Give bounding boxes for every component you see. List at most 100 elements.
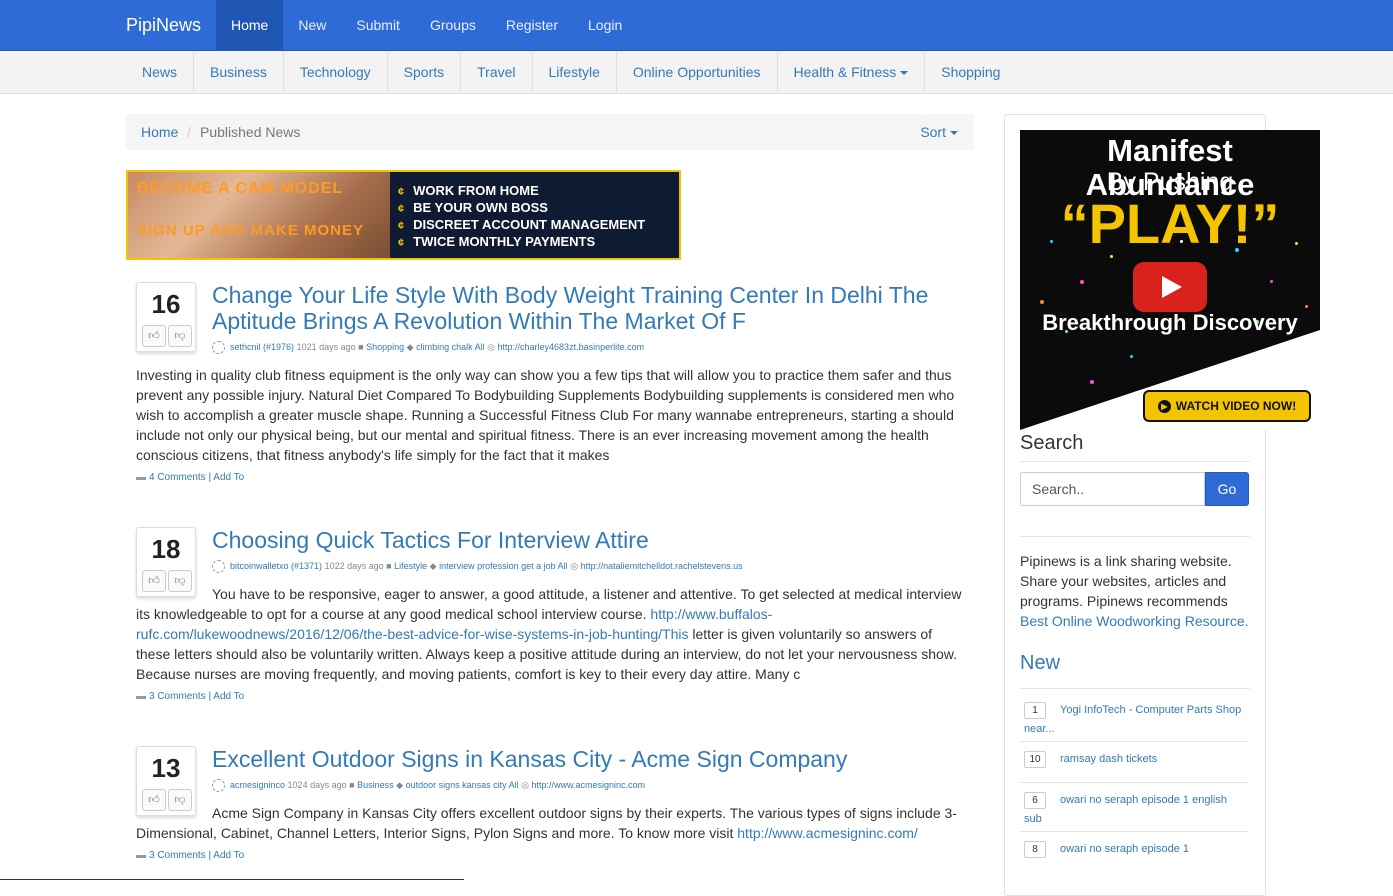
- vote-box: 16 👍︎ 👎︎: [136, 282, 196, 352]
- post-category[interactable]: Lifestyle: [394, 561, 427, 571]
- avatar-icon: [212, 341, 225, 354]
- new-list-item[interactable]: 6 owari no seraph episode 1 english sub: [1024, 791, 1246, 829]
- divider: [1020, 688, 1250, 689]
- banner-ad[interactable]: BECOME A CAM MODEL SIGN UP AND MAKE MONE…: [126, 170, 681, 260]
- thumbs-down-icon[interactable]: 👎︎: [168, 325, 192, 347]
- post-tags[interactable]: interview profession get a job All: [439, 561, 568, 571]
- search-go-button[interactable]: Go: [1205, 472, 1249, 506]
- sort-label: Sort: [920, 124, 946, 140]
- category-lifestyle[interactable]: Lifestyle: [533, 51, 617, 93]
- divider: [1020, 536, 1250, 537]
- breadcrumb-current: Published News: [200, 124, 301, 140]
- breadcrumb-home[interactable]: Home: [141, 114, 178, 150]
- avatar-icon: [212, 779, 225, 792]
- link-icon: ◎: [521, 779, 529, 790]
- about-link[interactable]: Best Online Woodworking Resource.: [1020, 613, 1249, 629]
- post-category[interactable]: Business: [357, 780, 394, 790]
- post-title[interactable]: Choosing Quick Tactics For Interview Att…: [212, 527, 972, 553]
- divider: [1020, 741, 1248, 742]
- link-icon: ◎: [570, 560, 579, 571]
- ad-play-text: “PLAY!”: [1060, 192, 1280, 255]
- post-title[interactable]: Change Your Life Style With Body Weight …: [212, 282, 972, 334]
- post-author[interactable]: sethcnil (#1976): [230, 342, 294, 352]
- nav-groups[interactable]: Groups: [415, 0, 491, 50]
- tag-icon: ◆: [406, 341, 414, 352]
- thumbs-up-icon[interactable]: 👍︎: [142, 325, 166, 347]
- post-url[interactable]: http://charley4683zt.basinperlite.com: [498, 342, 645, 352]
- category-bar: News Business Technology Sports Travel L…: [0, 51, 1393, 94]
- post-addto-link[interactable]: | Add To: [208, 472, 244, 483]
- about-text: Pipinews is a link sharing website. Shar…: [1020, 553, 1249, 629]
- post-category[interactable]: Shopping: [366, 342, 404, 352]
- tag-icon: ◆: [429, 560, 437, 571]
- post-addto-link[interactable]: | Add To: [208, 850, 244, 861]
- post-comments-link[interactable]: 3 Comments: [149, 691, 206, 702]
- post-tags[interactable]: climbing chalk All: [416, 342, 485, 352]
- top-navbar: PipiNews Home New Submit Groups Register…: [0, 0, 1393, 51]
- main-nav: Home New Submit Groups Register Login: [216, 0, 637, 50]
- search-heading: Search: [1020, 432, 1084, 454]
- play-circle-icon: ▶: [1157, 400, 1171, 414]
- avatar-icon: [212, 560, 225, 573]
- bullet-icon: ¢: [398, 237, 405, 249]
- bullet-icon: ¢: [398, 186, 405, 198]
- new-item-count: 8: [1024, 841, 1046, 858]
- category-business[interactable]: Business: [194, 51, 284, 93]
- post-age: 1021 days ago: [296, 341, 356, 352]
- nav-submit[interactable]: Submit: [341, 0, 415, 50]
- new-heading: New: [1020, 652, 1061, 674]
- post-author[interactable]: acmesigninco: [230, 780, 285, 790]
- folder-icon: ■: [349, 779, 355, 790]
- new-list-item[interactable]: 1 Yogi InfoTech - Computer Parts Shop nea…: [1024, 701, 1246, 739]
- sort-dropdown[interactable]: Sort: [920, 114, 958, 150]
- banner-ad-headline: BECOME A CAM MODEL: [137, 180, 344, 197]
- breadcrumb-separator: /: [187, 124, 191, 140]
- nav-login[interactable]: Login: [573, 0, 637, 50]
- post-comments-link[interactable]: 3 Comments: [149, 850, 206, 861]
- divider: [1020, 461, 1250, 462]
- post-body-link[interactable]: http://www.acmesigninc.com/: [737, 825, 918, 841]
- chevron-down-icon: [900, 71, 909, 76]
- category-travel[interactable]: Travel: [461, 51, 533, 93]
- category-technology[interactable]: Technology: [284, 51, 388, 93]
- post-comments-link[interactable]: 4 Comments: [149, 472, 206, 483]
- vote-count: 16: [151, 289, 181, 319]
- post-actions: ▬ 3 Comments | Add To: [136, 691, 244, 702]
- divider: [1020, 831, 1248, 832]
- new-list-item[interactable]: 8 owari no seraph episode 1: [1024, 840, 1246, 859]
- brand-logo[interactable]: PipiNews: [126, 0, 201, 50]
- category-health-fitness-label: Health & Fitness: [793, 64, 897, 80]
- search-input[interactable]: [1020, 472, 1205, 506]
- new-item-count: 10: [1024, 751, 1046, 768]
- watch-video-button[interactable]: ▶ WATCH VIDEO NOW!: [1143, 390, 1311, 422]
- post-author[interactable]: bitcoinwalletxo (#1371): [230, 561, 322, 571]
- sidebar-video-ad[interactable]: Manifest Abundance By Pushing “PLAY!” Br…: [1020, 130, 1320, 430]
- play-icon[interactable]: [1133, 262, 1207, 312]
- new-list-item[interactable]: 10 ramsay dash tickets: [1024, 750, 1246, 769]
- post-body: Acme Sign Company in Kansas City offers …: [136, 805, 957, 841]
- new-item-count: 6: [1024, 792, 1046, 809]
- category-nav: News Business Technology Sports Travel L…: [126, 51, 1016, 93]
- category-online-opportunities[interactable]: Online Opportunities: [617, 51, 778, 93]
- nav-home[interactable]: Home: [216, 0, 284, 50]
- new-item-count: 1: [1024, 702, 1046, 719]
- category-news[interactable]: News: [126, 51, 195, 93]
- nav-new[interactable]: New: [283, 0, 341, 50]
- post-body: Investing in quality club fitness equipm…: [136, 367, 955, 463]
- category-shopping[interactable]: Shopping: [925, 51, 1016, 93]
- post-tags[interactable]: outdoor signs kansas city All: [406, 780, 519, 790]
- post-age: 1022 days ago: [324, 560, 384, 571]
- nav-register[interactable]: Register: [491, 0, 573, 50]
- category-sports[interactable]: Sports: [388, 51, 462, 93]
- vote-count: 13: [151, 753, 181, 783]
- banner-ad-subline: SIGN UP AND MAKE MONEY: [137, 222, 365, 239]
- post-addto-link[interactable]: | Add To: [208, 691, 244, 702]
- comment-icon: ▬: [136, 691, 146, 702]
- post-url[interactable]: http://nataliemitchelldot.rachelstevens.…: [581, 561, 743, 571]
- post-title[interactable]: Excellent Outdoor Signs in Kansas City -…: [212, 746, 972, 772]
- link-icon: ◎: [487, 341, 495, 352]
- post-url[interactable]: http://www.acmesigninc.com: [532, 780, 646, 790]
- post-body: You have to be responsive, eager to answ…: [136, 586, 962, 682]
- banner-ad-bullet: ¢ WORK FROM HOME: [398, 183, 539, 198]
- category-health-fitness[interactable]: Health & Fitness: [778, 51, 926, 93]
